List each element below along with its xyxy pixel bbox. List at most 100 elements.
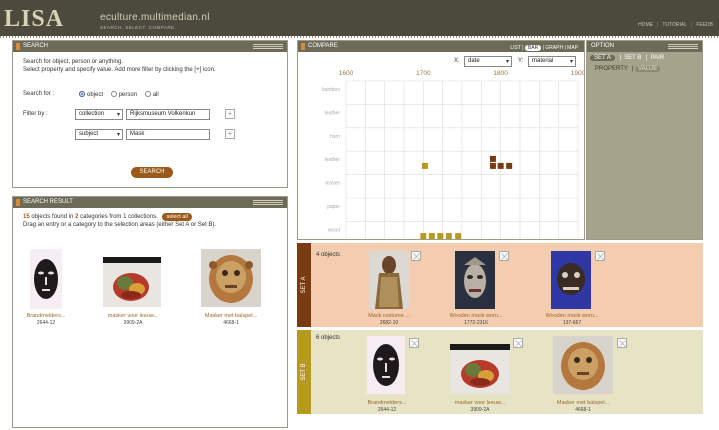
radio-all[interactable]: all (144, 91, 159, 98)
filter2-property-select[interactable]: subject ▾ (75, 129, 123, 140)
filter-by-label: Filter by : (23, 111, 48, 117)
drag-handle-icon[interactable] (668, 44, 698, 49)
black-mask-image (34, 259, 58, 299)
set-b-caption-3[interactable]: Masker met balspel... (543, 400, 623, 406)
remove-item-icon[interactable] (595, 251, 605, 261)
select-all-button[interactable]: select all (162, 213, 192, 221)
set-b-caption-2[interactable]: masker voor leeuw... (441, 400, 519, 406)
tagline: SEARCH. SELECT. COMPARE. (100, 25, 177, 30)
lisa-logo[interactable]: LISA (4, 6, 64, 33)
nav-home[interactable]: HOME (638, 22, 653, 28)
remove-item-icon[interactable] (617, 338, 627, 348)
set-a-area[interactable]: SET A 4 objects Mask costume ... 2682-10… (297, 243, 703, 327)
drag-handle-icon[interactable] (253, 44, 283, 49)
panel-marker-icon (301, 43, 305, 50)
result-caption-1[interactable]: Brandmelders... (15, 313, 77, 319)
tab-list[interactable]: LIST (510, 45, 520, 51)
search-button[interactable]: SEARCH (131, 167, 173, 178)
set-a-id-3: 137-667 (562, 320, 582, 326)
result-id-3: 4668-1 (223, 320, 239, 326)
option-panel-header: OPTION (587, 41, 702, 52)
result-panel-title: SEARCH RESULT (23, 199, 73, 205)
y-category-label: leather (325, 110, 341, 116)
set-b-caption-1[interactable]: Brandmelders... (351, 400, 423, 406)
tab-set-a[interactable]: SET A (590, 55, 615, 61)
search-intro: Search for object, person or anything. S… (23, 59, 216, 73)
radio-selected-icon (79, 91, 85, 97)
result-caption-3[interactable]: Masker met balspel... (193, 313, 269, 319)
ball-game-mask-image (553, 336, 613, 394)
chevron-down-icon: ▾ (116, 112, 120, 118)
result-thumb-2[interactable] (103, 257, 161, 307)
set-a-caption-2[interactable]: Wooden mask worn... (433, 313, 519, 319)
chevron-down-icon: ▾ (505, 59, 509, 65)
add-filter-icon[interactable]: + (225, 109, 235, 119)
set-a-thumb-1[interactable] (369, 251, 409, 309)
wooden-mask-image (551, 251, 591, 309)
filter1-value-input[interactable]: Rijksmuseum Volkenkun (126, 109, 210, 120)
set-a-caption-3[interactable]: Wooden mask worn... (529, 313, 615, 319)
radio-person[interactable]: person (110, 91, 137, 98)
set-b-mark (455, 233, 462, 239)
radio-object[interactable]: object (79, 91, 103, 98)
remove-item-icon[interactable] (499, 251, 509, 261)
set-b-thumb-3[interactable] (553, 336, 613, 394)
lion-mask-image (103, 257, 161, 307)
filter2-value-input[interactable]: Mask (126, 129, 210, 140)
remove-item-icon[interactable] (411, 251, 421, 261)
lion-mask-image (450, 344, 510, 394)
drag-handle-icon[interactable] (253, 200, 283, 205)
header-divider (0, 36, 719, 38)
tab-pair[interactable]: PAIR (651, 55, 665, 61)
set-a-id-1: 2682-10 (379, 320, 399, 326)
add-filter-icon[interactable]: + (225, 129, 235, 139)
result-thumb-1[interactable] (30, 249, 62, 309)
option-set-tabs: SET A | SET B | PAIR (590, 55, 664, 61)
x-axis-label: X: (454, 58, 460, 64)
set-b-id-1: 2644-12 (377, 407, 397, 413)
tab-graph[interactable]: GRAPH (545, 45, 563, 51)
set-b-area[interactable]: SET B 6 objects Brandmelders... 2644-12 … (297, 330, 703, 414)
set-b-thumb-1[interactable] (367, 336, 405, 394)
app-header: LISA eculture.multimedian.nl SEARCH. SEL… (0, 0, 719, 36)
radio-icon (144, 91, 151, 97)
tab-property[interactable]: PROPERTY (595, 66, 628, 72)
result-panel-header: SEARCH RESULT (13, 197, 287, 208)
set-a-thumb-3[interactable] (551, 251, 591, 309)
result-id-1: 2644-12 (36, 320, 56, 326)
result-summary: 15 objects found in 2 categories from 1 … (23, 213, 192, 221)
mask-costume-image (369, 251, 409, 309)
tab-map[interactable]: MAP (567, 45, 578, 51)
set-a-caption-1[interactable]: Mask costume ... (351, 313, 427, 319)
set-a-mark (497, 162, 504, 169)
filter1-property-select[interactable]: collection ▾ (75, 109, 123, 120)
remove-item-icon[interactable] (409, 338, 419, 348)
remove-item-icon[interactable] (513, 338, 523, 348)
view-tabs: LIST | BAR | GRAPH | MAP (510, 45, 578, 51)
tab-set-b[interactable]: SET B (624, 55, 641, 61)
bar-chart: 1600 1700 1800 1900 bamboo leather horn leather… (322, 70, 584, 239)
tab-bar[interactable]: BAR (524, 45, 542, 51)
set-b-mark (420, 233, 427, 239)
set-a-thumb-2[interactable] (455, 251, 495, 309)
y-axis-label: Y: (518, 58, 524, 64)
nav-feedback[interactable]: FEEDB (696, 22, 713, 28)
ball-game-mask-image (201, 249, 261, 307)
search-panel: SEARCH Search for object, person or anyt… (12, 40, 288, 188)
result-hint: Drag an entry or a category to the selec… (23, 222, 217, 228)
option-subtabs: PROPERTY | VALUE (595, 66, 661, 72)
x-tick-label: 1700 (416, 70, 431, 77)
result-thumb-3[interactable] (201, 249, 261, 307)
y-axis-select[interactable]: material ▾ (528, 56, 576, 67)
result-caption-2[interactable]: masker voor leeuw... (97, 313, 169, 319)
x-axis-select[interactable]: date ▾ (464, 56, 512, 67)
set-b-mark (445, 233, 452, 239)
tab-value[interactable]: VALUE (635, 66, 661, 72)
nav-tutorial[interactable]: TUTORIAL (662, 22, 687, 28)
set-b-count: 6 objects (316, 335, 341, 341)
search-panel-header: SEARCH (13, 41, 287, 52)
x-tick-label: 1900 (571, 70, 584, 77)
option-panel-title: OPTION (591, 43, 615, 49)
set-b-thumb-2[interactable] (450, 344, 510, 394)
chevron-down-icon: ▾ (569, 59, 573, 65)
